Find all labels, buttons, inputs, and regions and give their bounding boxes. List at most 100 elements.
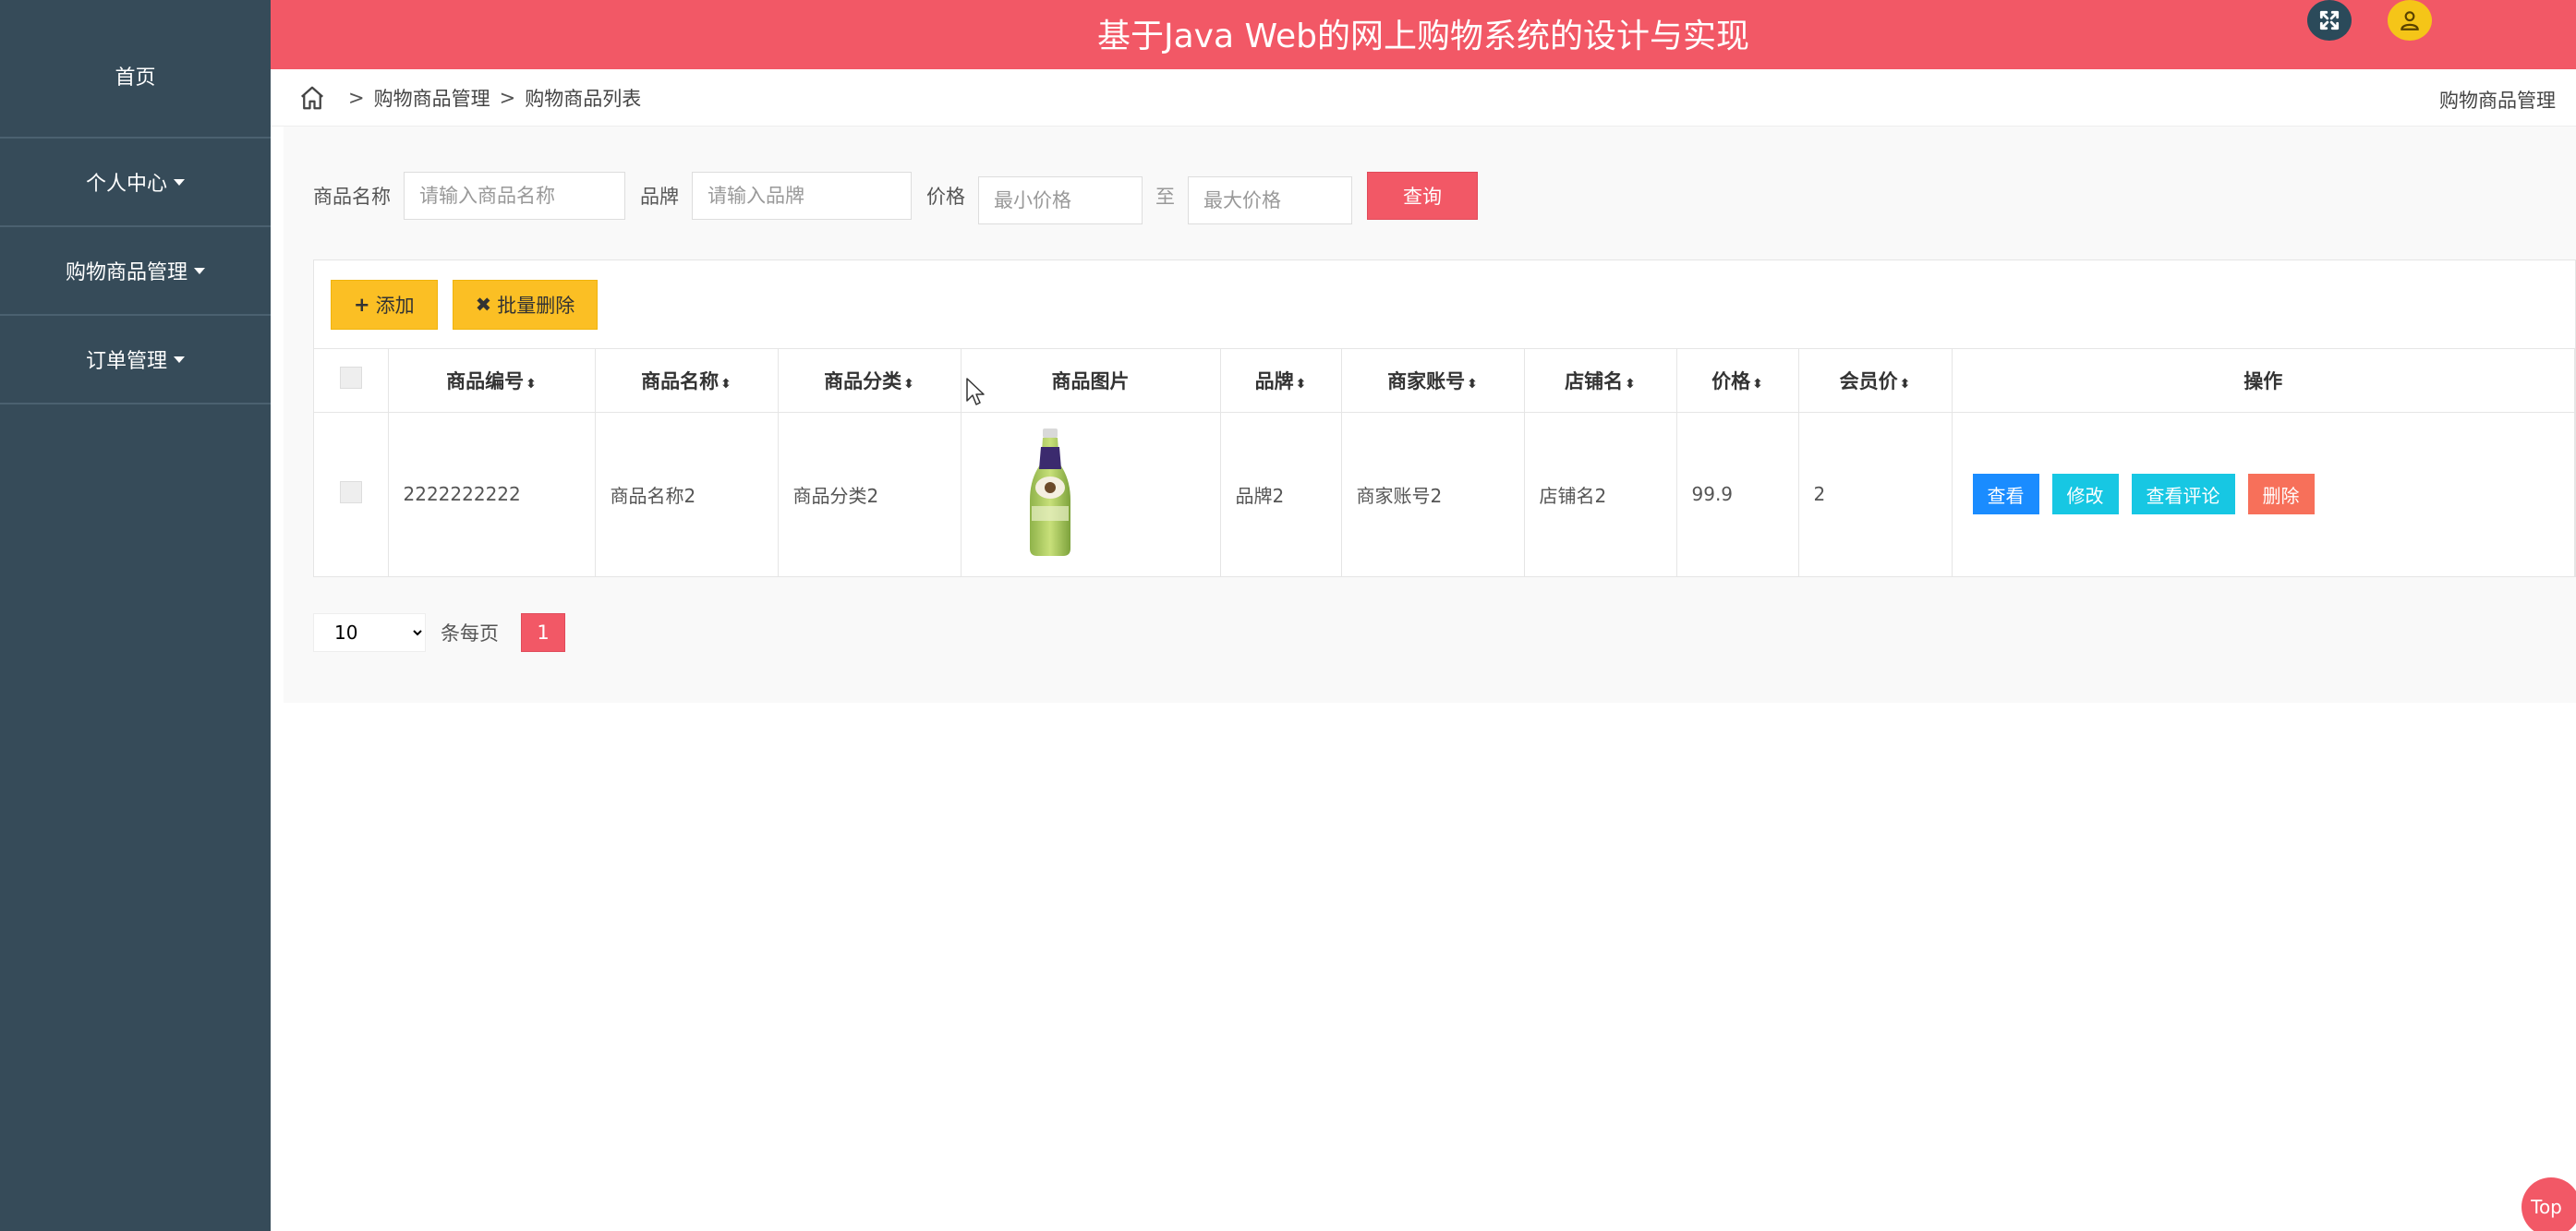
sort-icon: ⬍: [1752, 376, 1763, 392]
delete-button[interactable]: 删除: [2247, 474, 2315, 515]
cell-code: 2222222222: [388, 412, 596, 576]
column-header-label: 商品分类: [824, 369, 902, 392]
edit-button[interactable]: 修改: [2051, 474, 2119, 515]
add-button[interactable]: + 添加: [331, 279, 438, 330]
column-header-label: 会员价: [1839, 369, 1898, 392]
system-title: 基于Java Web的网上购物系统的设计与实现: [1097, 18, 1749, 55]
column-header-label: 价格: [1711, 369, 1751, 392]
sidebar-item-home[interactable]: 首页: [0, 0, 271, 139]
cell-category: 商品分类2: [778, 412, 961, 576]
price-range-separator: 至: [1155, 186, 1175, 208]
search-button[interactable]: 查询: [1367, 172, 1478, 220]
brand-input[interactable]: [692, 172, 912, 220]
price-label: 价格: [926, 186, 965, 208]
column-header-price[interactable]: 价格 ⬍: [1676, 349, 1799, 413]
select-all-checkbox[interactable]: [339, 367, 362, 390]
batch-delete-label: 批量删除: [497, 294, 575, 317]
table-row: 2222222222 商品名称2 商品分类2 品牌2 商家账号2 店铺名2 99…: [314, 412, 2575, 576]
row-checkbox[interactable]: [339, 480, 362, 503]
cell-actions: 查看 修改 查看评论 删除: [1952, 412, 2575, 576]
column-header-member-price[interactable]: 会员价 ⬍: [1798, 349, 1953, 413]
user-icon: [2401, 11, 2419, 30]
product-table-panel: + 添加 ✖ 批量删除 商品编号 ⬍ 商品名称 ⬍ 商品分类 ⬍ 商品图片 品牌 ⬍: [313, 259, 2576, 577]
column-header-image: 商品图片: [961, 349, 1221, 413]
sidebar-item-label: 首页: [115, 66, 156, 90]
product-name-label: 商品名称: [313, 186, 391, 208]
home-icon[interactable]: [298, 84, 326, 112]
column-header-brand[interactable]: 品牌 ⬍: [1220, 349, 1342, 413]
cell-price: 99.9: [1676, 412, 1799, 576]
sort-icon: ⬍: [903, 376, 914, 392]
close-icon: ✖: [475, 293, 492, 316]
column-header-name[interactable]: 商品名称 ⬍: [595, 349, 779, 413]
column-header-category[interactable]: 商品分类 ⬍: [778, 349, 961, 413]
cell-shop: 店铺名2: [1524, 412, 1677, 576]
page-title: 购物商品管理: [2439, 90, 2556, 112]
column-header-shop[interactable]: 店铺名 ⬍: [1524, 349, 1677, 413]
row-select-cell: [314, 412, 389, 576]
sidebar-item-label: 个人中心: [85, 173, 167, 196]
sidebar-item-label: 订单管理: [85, 350, 167, 373]
page-size-select[interactable]: 10: [313, 613, 426, 652]
column-header-label: 商品名称: [641, 369, 720, 392]
table-toolbar: + 添加 ✖ 批量删除: [314, 260, 2575, 349]
breadcrumb-item-product-list: 购物商品列表: [525, 87, 642, 110]
column-header-actions: 操作: [1952, 349, 2575, 413]
product-table: 商品编号 ⬍ 商品名称 ⬍ 商品分类 ⬍ 商品图片 品牌 ⬍ 商家账号 ⬍ 店铺名 ⬍ 价格…: [314, 349, 2575, 576]
column-header-label: 商家账号: [1387, 369, 1466, 392]
select-all-cell: [314, 349, 389, 413]
product-name-input[interactable]: [404, 172, 625, 220]
column-header-label: 商品编号: [446, 369, 525, 392]
breadcrumb-separator: >: [499, 86, 516, 109]
caret-down-icon: [174, 356, 185, 363]
mouse-cursor-icon: [966, 378, 985, 405]
table-header-row: 商品编号 ⬍ 商品名称 ⬍ 商品分类 ⬍ 商品图片 品牌 ⬍ 商家账号 ⬍ 店铺名 ⬍ 价格…: [314, 349, 2575, 413]
sort-icon: ⬍: [1899, 376, 1911, 392]
max-price-input[interactable]: [1188, 176, 1352, 224]
column-header-code[interactable]: 商品编号 ⬍: [388, 349, 596, 413]
column-header-label: 操作: [2243, 369, 2283, 392]
cell-member-price: 2: [1798, 412, 1953, 576]
caret-down-icon: [174, 178, 185, 186]
sort-icon: ⬍: [1467, 376, 1478, 392]
plus-icon: +: [354, 293, 370, 316]
back-to-top-button[interactable]: Top: [2522, 1177, 2576, 1231]
page-number-button[interactable]: 1: [521, 613, 565, 652]
sidebar-item-product-management[interactable]: 购物商品管理: [0, 227, 271, 316]
per-page-label: 条每页: [441, 622, 499, 645]
sidebar-item-label: 购物商品管理: [65, 261, 187, 284]
sidebar-item-order-management[interactable]: 订单管理: [0, 316, 271, 404]
sort-icon: ⬍: [526, 376, 537, 392]
caret-down-icon: [194, 267, 205, 274]
sort-icon: ⬍: [1625, 376, 1636, 392]
cell-merchant: 商家账号2: [1341, 412, 1525, 576]
add-button-label: 添加: [375, 294, 415, 317]
breadcrumb: > 购物商品管理 > 购物商品列表 购物商品管理: [271, 69, 2576, 127]
view-comments-button[interactable]: 查看评论: [2131, 474, 2235, 515]
expand-icon: [2319, 10, 2340, 30]
user-menu-button[interactable]: [2388, 0, 2432, 41]
row-actions: 查看 修改 查看评论 删除: [1972, 474, 2328, 515]
sidebar-item-personal-center[interactable]: 个人中心: [0, 139, 271, 227]
min-price-input[interactable]: [978, 176, 1143, 224]
breadcrumb-separator: >: [348, 86, 365, 109]
pagination: 10 条每页 1: [313, 613, 565, 652]
cell-name: 商品名称2: [595, 412, 779, 576]
column-header-label: 品牌: [1254, 369, 1294, 392]
view-button[interactable]: 查看: [1972, 474, 2039, 515]
cell-brand: 品牌2: [1220, 412, 1342, 576]
batch-delete-button[interactable]: ✖ 批量删除: [452, 279, 599, 330]
column-header-label: 店铺名: [1565, 369, 1624, 392]
column-header-label: 商品图片: [1051, 369, 1130, 392]
sort-icon: ⬍: [1295, 376, 1307, 392]
product-image[interactable]: [1022, 427, 1078, 558]
sidebar: 首页 个人中心 购物商品管理 订单管理: [0, 0, 271, 1231]
search-form: 商品名称 品牌 价格 至 查询: [313, 167, 1478, 224]
column-header-merchant[interactable]: 商家账号 ⬍: [1341, 349, 1525, 413]
breadcrumb-item-product-management[interactable]: 购物商品管理: [374, 84, 490, 112]
fullscreen-button[interactable]: [2307, 0, 2352, 41]
brand-label: 品牌: [640, 186, 679, 208]
cell-image: [961, 412, 1221, 576]
main-content: 商品名称 品牌 价格 至 查询 + 添加 ✖ 批量删除: [284, 127, 2576, 703]
sort-icon: ⬍: [720, 376, 732, 392]
